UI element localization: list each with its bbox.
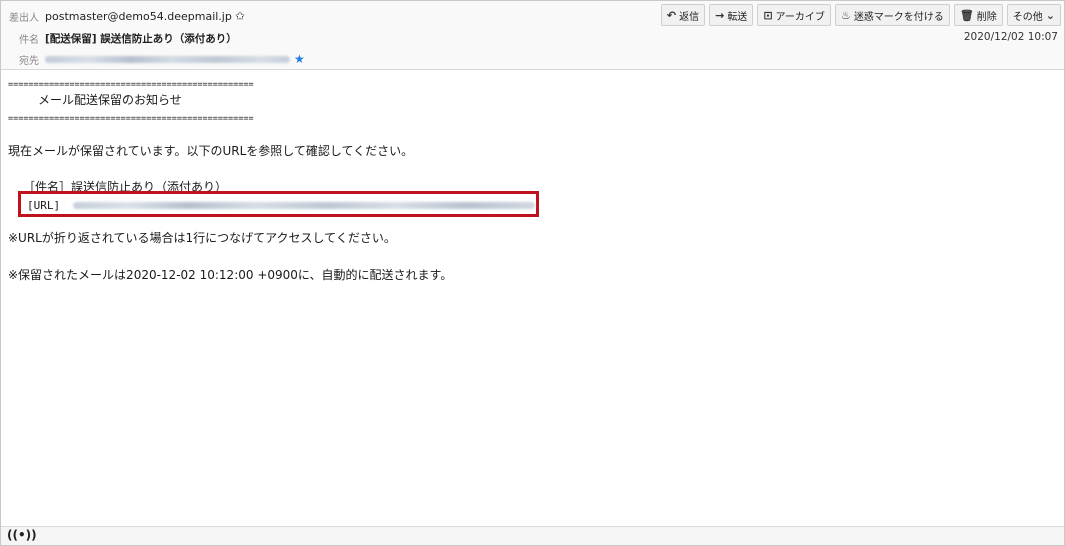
trash-icon: 🗑 [959, 8, 974, 22]
delete-label: 削除 [976, 11, 997, 23]
forward-button[interactable]: → 転送 [709, 4, 754, 26]
from-row: 差出人 postmaster@demo54.deepmail.jp ✩ [1, 6, 245, 26]
to-label: 宛先 [19, 55, 39, 67]
forward-icon: → [715, 8, 725, 22]
from-label: 差出人 [9, 12, 39, 24]
archive-icon: ⊡ [763, 8, 773, 22]
archive-button[interactable]: ⊡ アーカイブ [757, 4, 831, 26]
to-address-redacted [45, 55, 290, 63]
url-highlight-box: [URL] [18, 191, 539, 217]
url-link-redacted[interactable] [73, 202, 535, 209]
forward-label: 転送 [727, 11, 748, 23]
subject-label: 件名 [19, 34, 39, 46]
junk-button[interactable]: ♨ 迷惑マークを付ける [834, 4, 950, 26]
chevron-down-icon: ⌄ [1045, 8, 1055, 22]
note-delivery: ※保留されたメールは2020-12-02 10:12:00 +0900に、自動的… [8, 268, 453, 282]
connection-status-icon[interactable]: ((•)) [7, 528, 37, 542]
rule-line-top: ========================================… [8, 80, 254, 90]
more-button[interactable]: その他 ⌄ [1006, 4, 1061, 26]
more-label: その他 [1012, 11, 1043, 23]
star-outline-icon[interactable]: ✩ [235, 9, 245, 23]
star-filled-icon[interactable]: ★ [294, 52, 305, 66]
delete-button[interactable]: 🗑 削除 [953, 4, 1003, 26]
message-header: 差出人 postmaster@demo54.deepmail.jp ✩ 件名 [… [1, 1, 1064, 70]
subject-text: [配送保留] 誤送信防止あり（添付あり） [45, 32, 237, 45]
notice-title: メール配送保留のお知らせ [38, 93, 182, 107]
reply-button[interactable]: ↶ 返信 [660, 4, 706, 26]
mail-window: 差出人 postmaster@demo54.deepmail.jp ✩ 件名 [… [0, 0, 1065, 546]
junk-label: 迷惑マークを付ける [853, 11, 944, 23]
message-toolbar: ↶ 返信 → 転送 ⊡ アーカイブ ♨ 迷惑マークを付ける 🗑 削除 その他 ⌄ [660, 4, 1061, 26]
reply-label: 返信 [679, 11, 700, 23]
archive-label: アーカイブ [775, 11, 825, 23]
flame-icon: ♨ [840, 8, 851, 22]
status-bar: ((•)) [1, 526, 1064, 545]
reply-icon: ↶ [666, 8, 677, 22]
url-label: [URL] [27, 199, 61, 212]
to-row: 宛先 ★ [1, 49, 305, 69]
subject-row: 件名 [配送保留] 誤送信防止あり（添付あり） [1, 28, 237, 48]
note-wrap: ※URLが折り返されている場合は1行につなげてアクセスしてください。 [8, 231, 396, 245]
intro-text: 現在メールが保留されています。以下のURLを参照して確認してください。 [8, 144, 414, 158]
from-address[interactable]: postmaster@demo54.deepmail.jp [45, 10, 232, 23]
rule-line-bottom: ========================================… [8, 114, 254, 124]
message-date: 2020/12/02 10:07 [963, 31, 1058, 43]
